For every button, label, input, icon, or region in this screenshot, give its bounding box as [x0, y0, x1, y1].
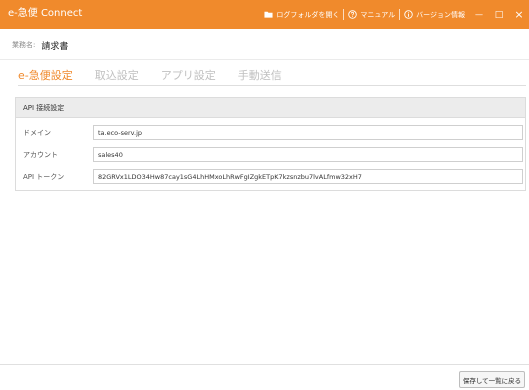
- account-row: アカウント: [16, 147, 525, 163]
- open-log-folder-label: ログフォルダを開く: [276, 10, 340, 19]
- account-field[interactable]: [93, 147, 523, 162]
- tab-underline: [18, 85, 526, 86]
- maximize-button[interactable]: □: [489, 0, 509, 29]
- tab-bar: e-急便設定 取込設定 アプリ設定 手動送信: [18, 68, 282, 84]
- close-button[interactable]: ×: [509, 0, 529, 29]
- tab-import-settings[interactable]: 取込設定: [95, 68, 139, 84]
- api-connection-panel: API 接続設定 ドメイン アカウント API トークン: [15, 97, 526, 191]
- question-circle-icon: [348, 10, 358, 19]
- tab-e-kyubin-settings[interactable]: e-急便設定: [18, 68, 73, 84]
- domain-label: ドメイン: [23, 129, 51, 137]
- folder-icon: [264, 11, 273, 18]
- account-label: アカウント: [23, 151, 58, 159]
- business-name-value: 請求書: [41, 41, 69, 52]
- maximize-icon: □: [494, 9, 504, 20]
- info-circle-icon: [404, 10, 413, 19]
- tab-app-settings[interactable]: アプリ設定: [161, 68, 216, 84]
- save-and-back-button[interactable]: 保存して一覧に戻る: [459, 371, 525, 388]
- app-title: e-急便 Connect: [8, 8, 83, 19]
- title-bar-actions: ログフォルダを開く マニュアル バージョン情報 — □ ×: [260, 0, 529, 29]
- open-log-folder-button[interactable]: ログフォルダを開く: [260, 0, 343, 29]
- minimize-icon: —: [475, 10, 483, 19]
- api-token-row: API トークン: [16, 169, 525, 185]
- footer-divider: [0, 364, 529, 365]
- app-window: e-急便 Connect ログフォルダを開く マニュアル バージョン情報 — □…: [0, 0, 529, 390]
- domain-row: ドメイン: [16, 125, 525, 141]
- api-token-field[interactable]: [93, 169, 523, 184]
- domain-field[interactable]: [93, 125, 523, 140]
- api-token-label: API トークン: [23, 173, 65, 181]
- tab-manual-send[interactable]: 手動送信: [238, 68, 282, 84]
- business-name-label: 業務名:: [12, 41, 36, 49]
- divider: [0, 59, 529, 60]
- minimize-button[interactable]: —: [469, 0, 489, 29]
- title-bar: e-急便 Connect ログフォルダを開く マニュアル バージョン情報 — □…: [0, 0, 529, 29]
- manual-label: マニュアル: [360, 10, 396, 19]
- panel-header: API 接続設定: [16, 98, 525, 118]
- close-icon: ×: [514, 8, 524, 21]
- version-info-button[interactable]: バージョン情報: [400, 0, 469, 29]
- business-name-row: 業務名: 請求書: [12, 38, 68, 52]
- version-info-label: バージョン情報: [416, 10, 465, 19]
- manual-button[interactable]: マニュアル: [344, 0, 399, 29]
